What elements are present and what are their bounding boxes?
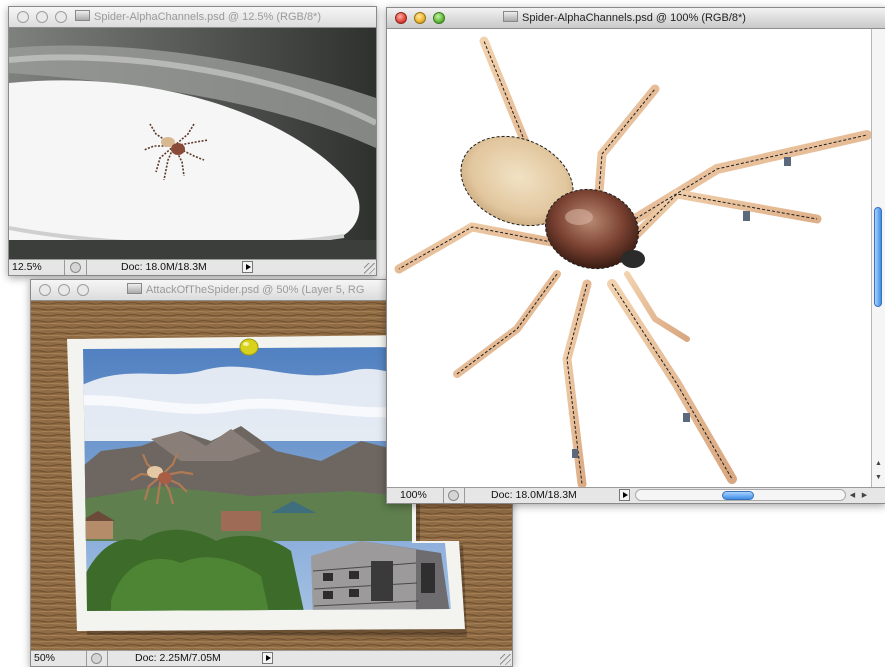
image-canvas[interactable] [387, 29, 871, 487]
document-proxy-icon [75, 10, 90, 21]
doc-size: Doc: 18.0M/18.3M [491, 489, 577, 501]
zoom-icon[interactable] [433, 12, 445, 24]
zoom-level[interactable]: 12.5% [12, 261, 42, 273]
vertical-scroll-thumb[interactable] [874, 207, 882, 307]
document-window-main[interactable]: Spider-AlphaChannels.psd @ 100% (RGB/8*) [386, 7, 885, 504]
horizontal-scrollbar[interactable] [635, 489, 846, 501]
close-icon[interactable] [395, 12, 407, 24]
window-title-text: Spider-AlphaChannels.psd @ 100% (RGB/8*) [522, 12, 746, 24]
document-window-small[interactable]: Spider-AlphaChannels.psd @ 12.5% (RGB/8*… [8, 6, 377, 276]
status-bar: 100% Doc: 18.0M/18.3M ◀ ▶ [387, 487, 885, 503]
doc-size: Doc: 18.0M/18.3M [121, 261, 207, 273]
menu-arrow-icon[interactable] [619, 489, 630, 501]
pushpin [239, 338, 259, 356]
scroll-left-icon[interactable]: ◀ [848, 491, 857, 500]
zoom-icon[interactable] [55, 11, 67, 23]
zoom-level[interactable]: 50% [34, 652, 55, 664]
window-title-text: AttackOfTheSpider.psd @ 50% (Layer 5, RG [146, 284, 365, 296]
scroll-down-icon[interactable]: ▼ [874, 473, 883, 482]
minimize-icon[interactable] [58, 284, 70, 296]
window-title: AttackOfTheSpider.psd @ 50% (Layer 5, RG [127, 283, 364, 296]
window-title: Spider-AlphaChannels.psd @ 100% (RGB/8*) [503, 11, 746, 24]
zoom-level[interactable]: 100% [400, 489, 427, 501]
doc-size: Doc: 2.25M/7.05M [135, 652, 221, 664]
status-bar: 12.5% Doc: 18.0M/18.3M [9, 259, 376, 275]
info-icon[interactable] [91, 653, 102, 664]
resize-grip-icon[interactable] [500, 654, 511, 665]
horizontal-scroll-thumb[interactable] [722, 491, 754, 500]
spider-on-bowl-image [9, 28, 376, 259]
menu-arrow-icon[interactable] [262, 652, 273, 664]
vertical-scrollbar[interactable]: ▲ ▼ [871, 29, 885, 488]
title-bar[interactable]: Spider-AlphaChannels.psd @ 12.5% (RGB/8*… [9, 7, 376, 28]
info-icon[interactable] [448, 490, 459, 501]
image-canvas[interactable] [9, 28, 376, 259]
minimize-icon[interactable] [414, 12, 426, 24]
scroll-right-icon[interactable]: ▶ [860, 491, 869, 500]
spider-closeup-image [394, 36, 871, 487]
window-title: Spider-AlphaChannels.psd @ 12.5% (RGB/8*… [75, 10, 321, 23]
resize-grip-icon[interactable] [364, 263, 375, 274]
menu-arrow-icon[interactable] [242, 261, 253, 273]
close-icon[interactable] [17, 11, 29, 23]
title-bar[interactable]: Spider-AlphaChannels.psd @ 100% (RGB/8*) [387, 8, 885, 29]
status-bar: 50% Doc: 2.25M/7.05M [31, 650, 512, 666]
zoom-icon[interactable] [77, 284, 89, 296]
window-title-text: Spider-AlphaChannels.psd @ 12.5% (RGB/8*… [94, 11, 322, 23]
info-icon[interactable] [70, 262, 81, 273]
close-icon[interactable] [39, 284, 51, 296]
minimize-icon[interactable] [36, 11, 48, 23]
scroll-up-icon[interactable]: ▲ [874, 459, 883, 468]
document-proxy-icon [503, 11, 518, 22]
document-proxy-icon [127, 283, 142, 294]
